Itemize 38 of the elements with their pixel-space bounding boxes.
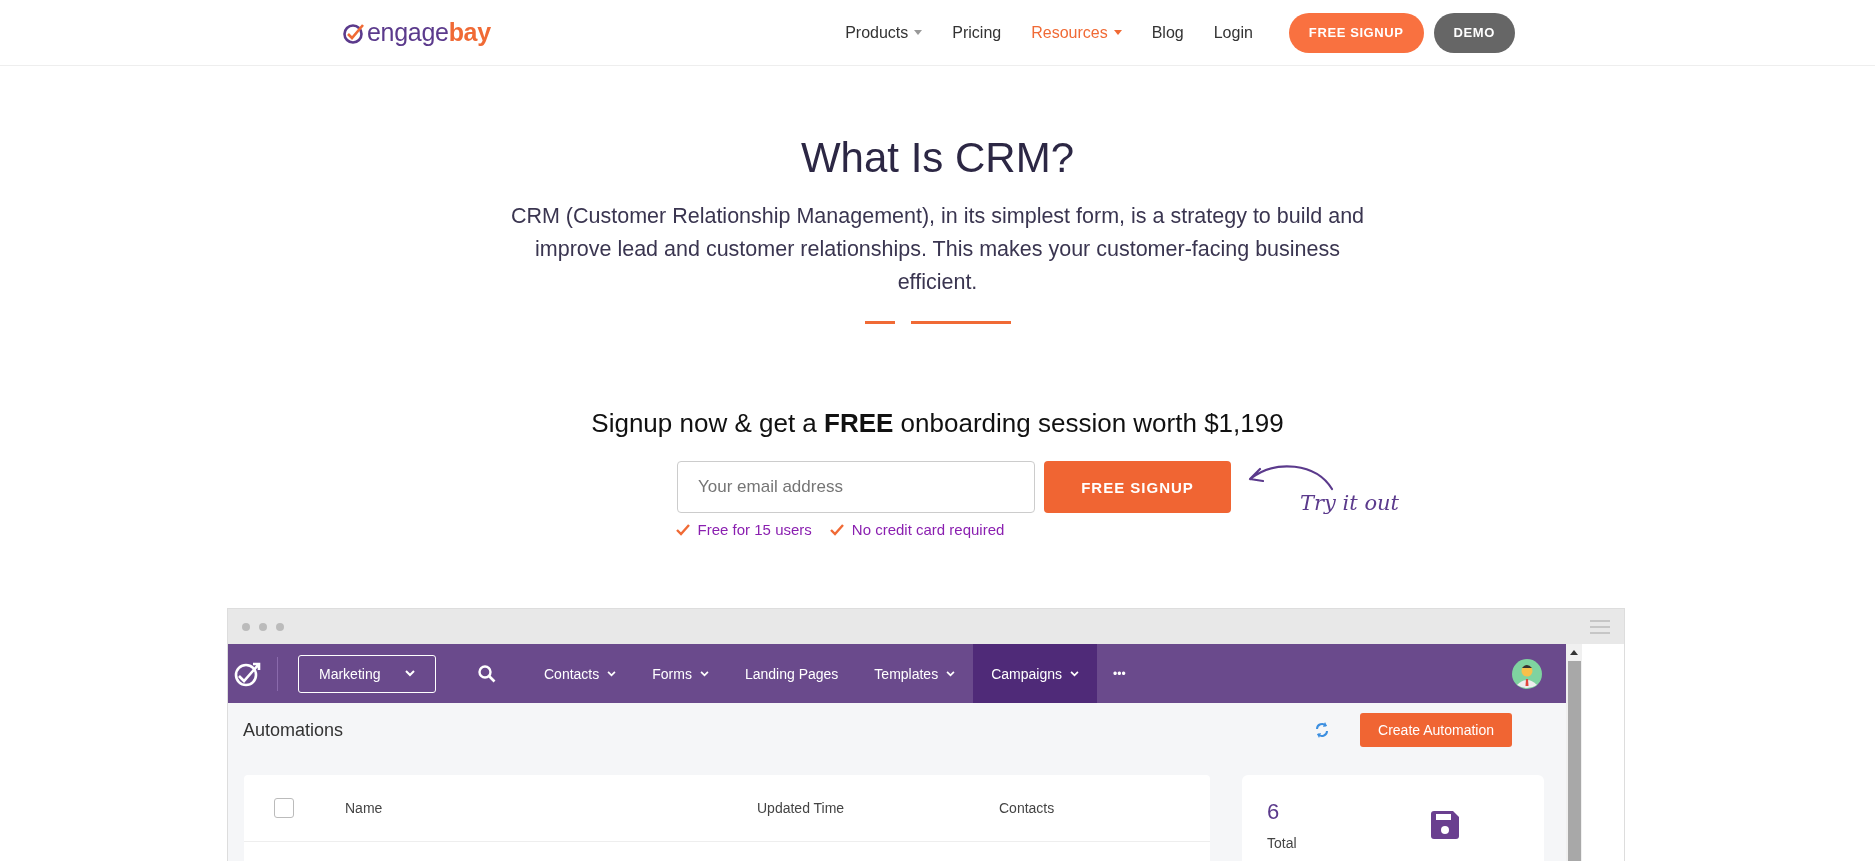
- email-field[interactable]: Your email address: [677, 461, 1035, 513]
- avatar-icon[interactable]: [1512, 658, 1542, 689]
- scrollbar[interactable]: [1566, 644, 1582, 861]
- save-icon: [1431, 811, 1459, 839]
- offer-heading: Signup now & get a FREE onboarding session worth $1,199: [591, 408, 1284, 439]
- app-nav-tab[interactable]: Templates: [856, 644, 974, 703]
- app-nav-tab[interactable]: Landing Pages: [726, 644, 857, 703]
- module-dropdown[interactable]: Marketing: [298, 654, 436, 693]
- window-dots-icon: [242, 622, 284, 631]
- stat-value: 6: [1267, 799, 1281, 825]
- check-circle-icon: [342, 21, 366, 44]
- more-button[interactable]: •••: [1097, 666, 1142, 681]
- column-header: Contacts: [999, 800, 1055, 816]
- check-icon: [675, 523, 690, 536]
- nav-link[interactable]: Login: [1213, 23, 1253, 42]
- feature-text: Free for 15 users: [697, 521, 812, 538]
- app-nav-tab[interactable]: Campaigns: [973, 644, 1097, 703]
- logo-wordmark: engagebay: [367, 18, 491, 47]
- page-title: What Is CRM?: [800, 134, 1074, 182]
- feature-text: No credit card required: [851, 521, 1005, 538]
- column-header: Updated Time: [757, 800, 846, 816]
- nav-link[interactable]: Pricing: [952, 23, 1002, 42]
- nav-link[interactable]: Blog: [1151, 23, 1184, 42]
- app-nav-tab[interactable]: Contacts: [526, 644, 635, 703]
- stat-label: Total: [1267, 835, 1297, 851]
- try-it-note: Try it out: [1300, 491, 1401, 515]
- demo-button[interactable]: DEMO: [1433, 12, 1515, 53]
- column-header: Name: [345, 800, 384, 816]
- chevron-icon: [405, 670, 415, 677]
- description: CRM (Customer Relationship Management), in its simplest form, is a strategy to build and improve lead and customer relationships. This makes your customer-facing business efficient.: [509, 203, 1366, 296]
- logo[interactable]: engagebay: [342, 18, 491, 47]
- app-nav-tab[interactable]: Forms: [634, 644, 727, 703]
- page-heading: Automations: [243, 719, 345, 741]
- search-icon[interactable]: [478, 664, 496, 683]
- select-all-checkbox[interactable]: [274, 798, 294, 818]
- check-icon: [829, 523, 844, 536]
- refresh-icon[interactable]: [1314, 721, 1331, 739]
- nav-link[interactable]: Products: [845, 23, 923, 42]
